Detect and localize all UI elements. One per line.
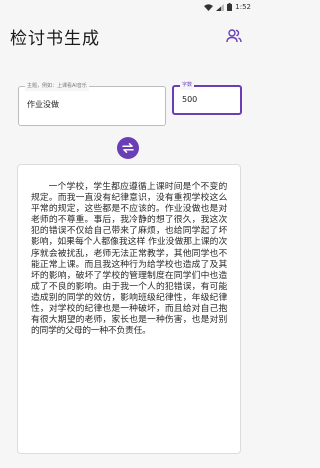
generated-text: 一个学校，学生都应遵循上课时间是个不变的规定。而我一直没有纪律意识，没有重视学校…	[31, 182, 227, 337]
signal-icon	[216, 3, 225, 11]
word-count-input[interactable]: 字数 500	[172, 80, 242, 115]
topic-input-value: 作业没做	[27, 100, 59, 109]
app-bar: 检讨书生成	[0, 14, 257, 58]
page-title: 检讨书生成	[10, 28, 100, 49]
user-profile-icon[interactable]	[225, 27, 243, 45]
result-card: 一个学校，学生都应遵循上课时间是个不变的规定。而我一直没有纪律意识，没有重视学校…	[17, 164, 241, 454]
battery-icon	[227, 3, 233, 11]
topic-input[interactable]: 主题，例如：上课看AI音乐 作业没做	[18, 81, 166, 126]
status-bar: 1:52	[0, 0, 257, 14]
wifi-icon	[204, 3, 214, 11]
clock-time: 1:52	[235, 3, 251, 11]
word-count-value: 500	[182, 95, 198, 104]
generate-button[interactable]	[117, 137, 139, 159]
input-row: 主题，例如：上课看AI音乐 作业没做 字数 500	[12, 70, 242, 126]
topic-input-label: 主题，例如：上课看AI音乐	[25, 81, 89, 91]
swap-icon	[122, 143, 134, 153]
word-count-label: 字数	[180, 80, 195, 90]
